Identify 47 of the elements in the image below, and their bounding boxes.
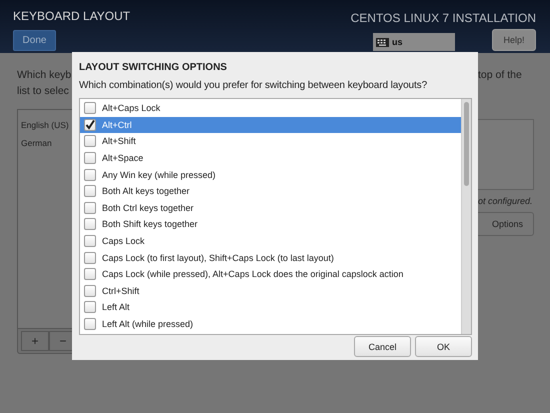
help-button[interactable]: Help! <box>492 29 536 51</box>
option-row[interactable]: Left Alt <box>80 299 461 316</box>
checkbox[interactable] <box>84 268 96 280</box>
option-row[interactable]: Both Ctrl keys together <box>80 200 461 216</box>
option-row[interactable]: Both Shift keys together <box>80 216 461 233</box>
checkbox[interactable] <box>84 118 96 131</box>
layout-item[interactable]: English (US) <box>21 116 69 134</box>
checkbox[interactable] <box>84 152 96 164</box>
option-row[interactable]: Caps Lock <box>80 232 461 250</box>
option-row[interactable]: Alt+Shift <box>80 133 461 150</box>
checkbox[interactable] <box>84 218 96 230</box>
checkbox[interactable] <box>84 301 96 314</box>
keyboard-icon <box>376 38 389 46</box>
checkbox[interactable] <box>84 135 96 148</box>
checkbox[interactable] <box>84 102 96 114</box>
intro-text: list to selec <box>17 84 69 99</box>
option-row[interactable]: Both Alt keys together <box>80 182 461 200</box>
scrollbar[interactable] <box>461 99 471 334</box>
dialog-title: LAYOUT SWITCHING OPTIONS <box>79 62 228 73</box>
checkbox[interactable] <box>84 235 96 248</box>
option-row[interactable]: Caps Lock (to first layout), Shift+Caps Lock (to last layout) <box>80 249 461 266</box>
intro-text: top of the <box>478 68 522 83</box>
option-row[interactable]: Ctrl+Shift <box>80 282 461 300</box>
intro-text: Which keyb <box>17 68 72 83</box>
option-row[interactable]: Caps Lock (while pressed), Alt+Caps Lock does the original capslock action <box>80 266 461 283</box>
checkbox[interactable] <box>84 185 96 198</box>
option-row[interactable]: Any Win key (while pressed) <box>80 166 461 183</box>
option-row[interactable]: Left Alt (while pressed) <box>80 316 461 332</box>
screen-title: KEYBOARD LAYOUT <box>13 9 130 23</box>
done-button[interactable]: Done <box>13 30 56 51</box>
checkbox[interactable] <box>84 202 96 214</box>
preview-panel <box>478 119 534 190</box>
checkbox[interactable] <box>84 168 96 181</box>
checkbox[interactable] <box>84 318 96 330</box>
layout-item[interactable]: German <box>21 134 52 152</box>
checkbox[interactable] <box>84 252 96 264</box>
dialog-question: Which combination(s) would you prefer for switching between keyboard layouts? <box>79 79 428 93</box>
option-row[interactable]: Alt+Ctrl <box>80 116 461 134</box>
cancel-button[interactable]: Cancel <box>354 336 411 357</box>
product-title: CENTOS LINUX 7 INSTALLATION <box>350 11 536 25</box>
status-text: ot configured. <box>478 196 533 206</box>
options-button[interactable]: Options <box>478 212 534 236</box>
checkbox[interactable] <box>84 284 96 297</box>
keyboard-indicator[interactable]: us <box>373 33 455 51</box>
ok-button[interactable]: OK <box>415 336 472 357</box>
option-row[interactable]: Alt+Space <box>80 150 461 166</box>
option-row[interactable]: Alt+Caps Lock <box>80 100 461 117</box>
